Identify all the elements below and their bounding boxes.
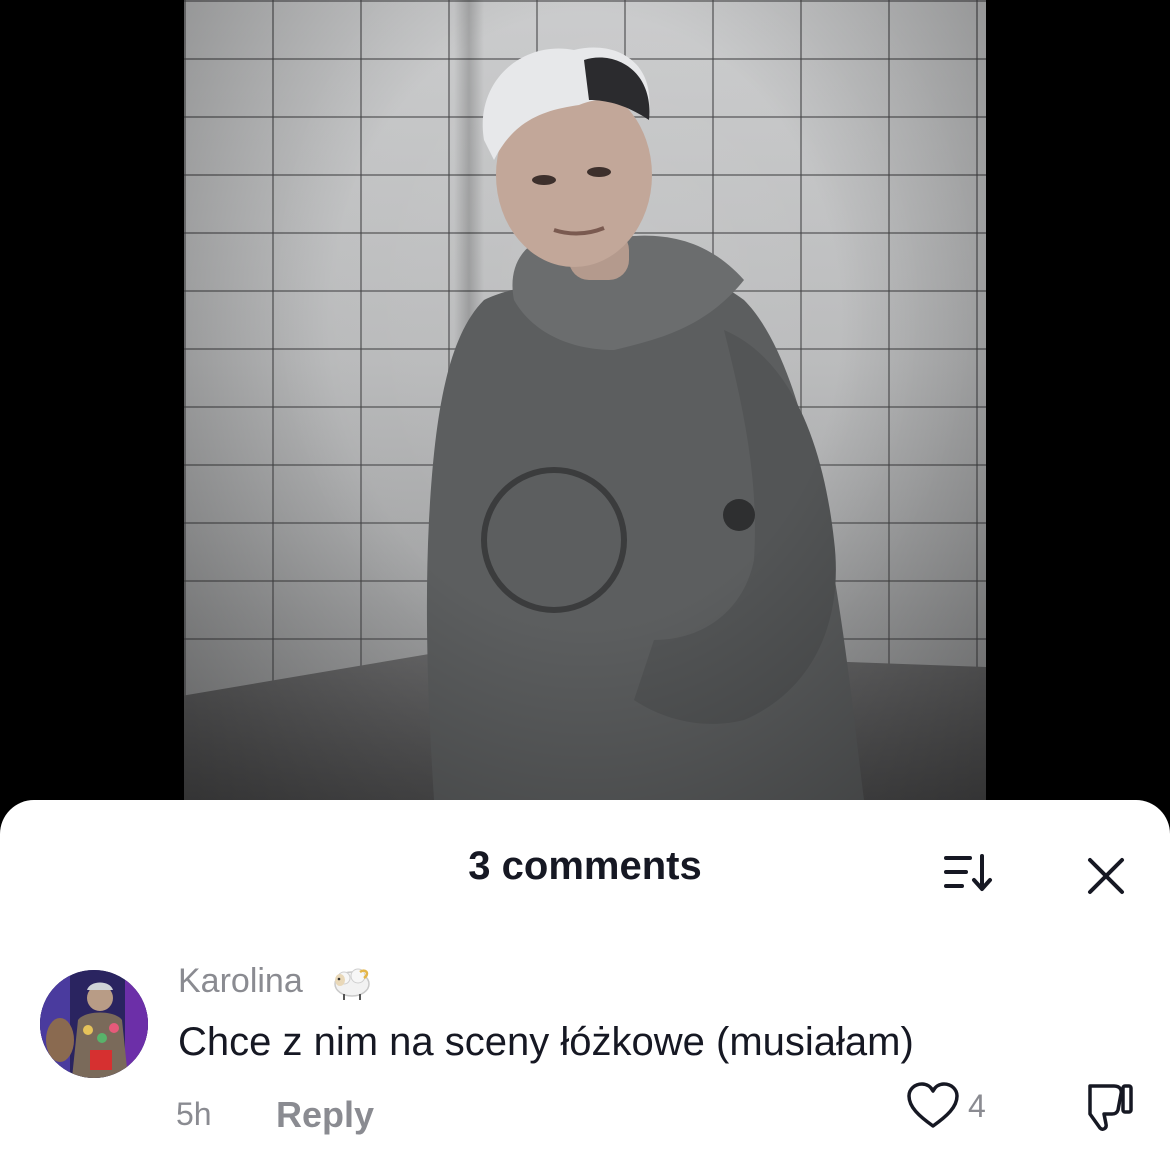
comment-timestamp: 5h <box>176 1096 212 1132</box>
close-icon[interactable] <box>1084 854 1128 898</box>
sort-icon[interactable] <box>940 850 996 896</box>
thumbs-down-icon[interactable] <box>1080 1076 1136 1134</box>
sheep-emoji-icon <box>330 960 374 1004</box>
comments-sheet: 3 comments Karolina Chce z nim na sceny … <box>0 800 1170 1176</box>
comment-username[interactable]: Karolina <box>178 962 303 1001</box>
comment-text: Chce z nim na sceny łóżkowe (musiałam) <box>178 1020 914 1064</box>
heart-outline-icon[interactable] <box>905 1080 961 1132</box>
reply-button[interactable]: Reply <box>276 1094 374 1136</box>
avatar[interactable] <box>40 970 148 1078</box>
like-count: 4 <box>968 1088 986 1124</box>
video-frame[interactable] <box>184 0 986 800</box>
video-vignette <box>184 0 986 800</box>
